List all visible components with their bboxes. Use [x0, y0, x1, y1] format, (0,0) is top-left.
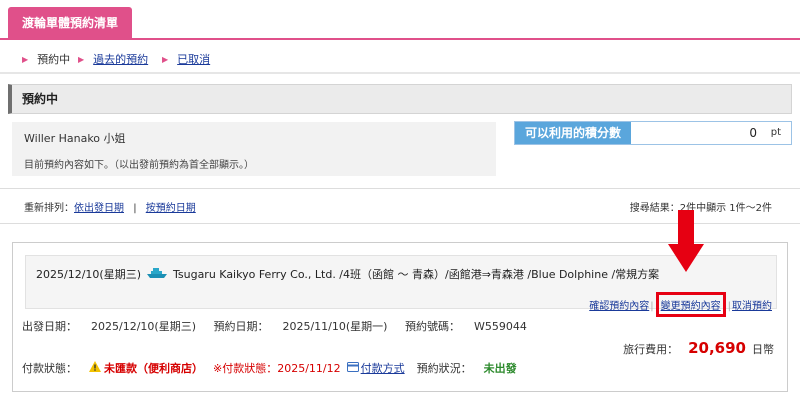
booking-label: 預約日期： [213, 320, 269, 333]
confirm-reservation-link[interactable]: 確認預約內容 [589, 301, 649, 312]
status-label: 預約狀況： [416, 362, 472, 375]
ferry-icon [146, 267, 167, 282]
fare-label: 旅行費用： [623, 343, 679, 356]
section-title: 預約中 [8, 84, 792, 114]
payment-status-line: 付款狀態： 未匯款（便利商店） ※付款狀態：2025/11/12 付款方式 預約… [22, 360, 517, 376]
tab-past[interactable]: ▶ 過去的預約 [78, 51, 148, 67]
triangle-icon: ▶ [162, 54, 169, 64]
departure-label: 出發日期： [22, 320, 77, 333]
sort-prefix: 重新排列： [24, 203, 74, 214]
reservation-tabs: ▶ 預約中 ▶ 過去的預約 ▶ 已取消 [0, 43, 800, 73]
departure-value: 2025/12/10(星期三) [91, 320, 196, 333]
sort-options: 重新排列：依出發日期 | 按預約日期 [24, 199, 196, 214]
fare-value: 20,690 [688, 339, 746, 357]
reservation-actions: 確認預約內容| 變更預約內容 |取消預約 [589, 292, 772, 317]
triangle-icon: ▶ [22, 54, 29, 64]
points-box: 可以利用的積分數 0 pt [514, 121, 792, 145]
tab-past-link[interactable]: 過去的預約 [93, 51, 148, 67]
tab-current[interactable]: ▶ 預約中 [22, 51, 70, 67]
change-reservation-link[interactable]: 變更預約內容 [661, 301, 721, 312]
tab-current-label: 預約中 [37, 53, 71, 66]
highlight-box: 變更預約內容 [655, 292, 726, 317]
booking-value: 2025/11/10(星期一) [282, 320, 388, 333]
points-label: 可以利用的積分數 [515, 122, 631, 144]
page-header: 渡輪單體預約清單 [0, 0, 800, 40]
tab-cancelled-link[interactable]: 已取消 [177, 51, 210, 67]
sort-by-departure-link[interactable]: 依出發日期 [74, 203, 124, 214]
page-title: 渡輪單體預約清單 [8, 7, 133, 40]
payment-deadline: ※付款狀態：2025/11/12 [213, 362, 341, 375]
user-info-box: Willer Hanako 小姐 目前預約內容如下。（以出發前預約為首全部顯示。… [12, 122, 496, 176]
reservation-card-header: 2025/12/10(星期三) Tsugaru Kaikyo Ferry Co.… [25, 255, 777, 317]
warning-icon [89, 361, 101, 375]
credit-card-icon [346, 361, 359, 375]
route-detail: Tsugaru Kaikyo Ferry Co., Ltd. /4班（函館 ～ … [172, 268, 660, 281]
sort-separator: | [133, 203, 137, 214]
reservation-number-label: 預約號碼： [404, 320, 460, 333]
triangle-icon: ▶ [78, 54, 85, 64]
cancel-reservation-link[interactable]: 取消預約 [732, 301, 772, 312]
reservation-number-value: W559044 [473, 320, 527, 333]
reservation-status: 未出發 [483, 362, 517, 375]
tab-cancelled[interactable]: ▶ 已取消 [162, 51, 210, 67]
reservation-info: 出發日期： 2025/12/10(星期三) 預約日期： 2025/11/10(星期一… [22, 318, 541, 334]
down-arrow-icon [668, 210, 704, 272]
route-summary: 2025/12/10(星期三) Tsugaru Kaikyo Ferry Co.… [36, 266, 659, 282]
sort-by-booking-link[interactable]: 按預約日期 [146, 203, 196, 214]
fare-info: 旅行費用： 20,690 日幣 [623, 339, 774, 357]
payment-label: 付款狀態： [22, 362, 77, 375]
route-date: 2025/12/10(星期三) [36, 268, 141, 281]
points-value: 0 [749, 126, 757, 140]
fare-unit: 日幣 [752, 343, 774, 356]
payment-method-link[interactable]: 付款方式 [361, 360, 405, 376]
user-name: Willer Hanako 小姐 [24, 132, 126, 145]
user-note: 目前預約內容如下。（以出發前預約為首全部顯示。） [24, 160, 254, 171]
tab-divider [0, 72, 800, 74]
payment-status: 未匯款（便利商店） [104, 362, 203, 375]
points-unit: pt [770, 127, 781, 138]
